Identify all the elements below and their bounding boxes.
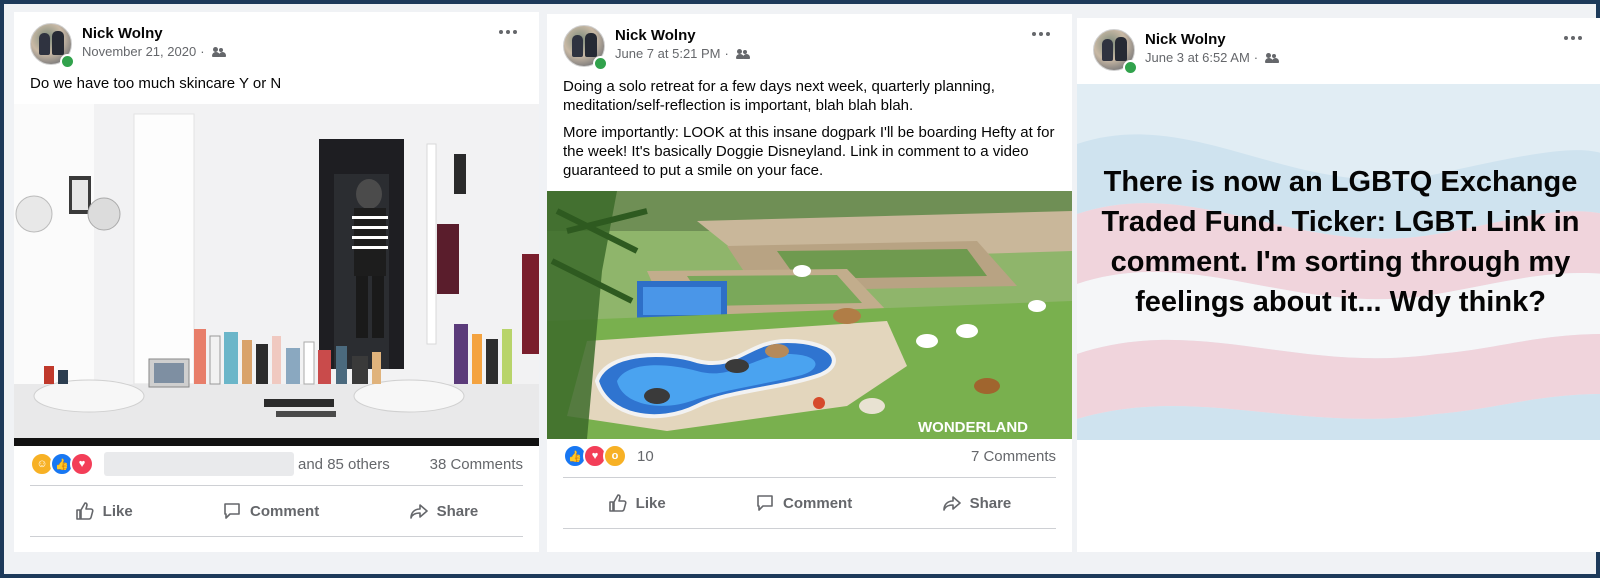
comment-button[interactable]: Comment xyxy=(755,493,852,513)
online-status-icon xyxy=(60,54,75,69)
share-label: Share xyxy=(969,494,1012,512)
card-text: There is now an LGBTQ Exchange Traded Fu… xyxy=(1101,166,1580,318)
post-author[interactable]: Nick Wolny xyxy=(82,25,163,42)
like-icon xyxy=(75,502,94,520)
post-header: Nick Wolny November 21, 2020 · xyxy=(14,12,539,69)
comments-count[interactable]: 38 Comments xyxy=(430,456,523,473)
post-author[interactable]: Nick Wolny xyxy=(1145,31,1226,48)
post-actions: Like Comment Share xyxy=(563,477,1056,529)
share-icon xyxy=(409,504,428,519)
post-photo-bathroom[interactable] xyxy=(14,104,539,446)
post-card: Nick Wolny November 21, 2020 · Do we hav… xyxy=(14,12,539,552)
reaction-count[interactable]: 10 xyxy=(637,448,654,465)
post-text: Do we have too much skincare Y or N xyxy=(14,74,539,93)
post-timestamp[interactable]: June 7 at 5:21 PM xyxy=(615,46,721,61)
reaction-icons[interactable]: ☺ 👍 ♥ xyxy=(30,452,94,476)
post-card: Nick Wolny June 7 at 5:21 PM · Doing a s… xyxy=(547,14,1072,552)
comment-button[interactable]: Comment xyxy=(222,501,319,521)
post-author[interactable]: Nick Wolny xyxy=(615,27,696,44)
post-text: Doing a solo retreat for a few days next… xyxy=(547,77,1072,180)
comments-count[interactable]: 7 Comments xyxy=(971,448,1056,465)
wow-reaction-icon: o xyxy=(603,444,627,468)
reactions-bar: 👍 ♥ o 10 7 Comments xyxy=(563,441,1056,471)
post-meta: June 7 at 5:21 PM · xyxy=(615,46,750,61)
like-icon xyxy=(608,494,627,512)
bathroom-illustration xyxy=(14,104,539,446)
comment-icon xyxy=(757,495,773,511)
share-button[interactable]: Share xyxy=(942,493,1012,513)
more-options-icon[interactable] xyxy=(1032,32,1050,36)
redacted-names xyxy=(104,452,294,476)
reaction-summary[interactable]: and 85 others xyxy=(298,456,390,473)
screenshot-frame: Nick Wolny November 21, 2020 · Do we hav… xyxy=(0,0,1600,578)
post-photo-dogpark[interactable]: WONDERLAND xyxy=(547,191,1072,439)
post-paragraph: More importantly: LOOK at this insane do… xyxy=(563,124,1055,179)
more-options-icon[interactable] xyxy=(499,30,517,34)
post-card: Nick Wolny June 3 at 6:52 AM · There is xyxy=(1077,18,1600,552)
online-status-icon xyxy=(1123,60,1138,75)
post-timestamp[interactable]: November 21, 2020 xyxy=(82,44,196,59)
comment-label: Comment xyxy=(783,494,853,512)
share-button[interactable]: Share xyxy=(409,501,479,521)
post-header: Nick Wolny June 7 at 5:21 PM · xyxy=(547,14,1072,71)
more-options-icon[interactable] xyxy=(1564,36,1582,40)
share-label: Share xyxy=(436,502,479,520)
like-label: Like xyxy=(635,494,666,512)
post-paragraph: Doing a solo retreat for a few days next… xyxy=(563,78,995,114)
friends-icon xyxy=(211,46,226,58)
post-header: Nick Wolny June 3 at 6:52 AM · xyxy=(1077,18,1600,84)
comment-label: Comment xyxy=(250,502,320,520)
post-meta: June 3 at 6:52 AM · xyxy=(1145,50,1280,65)
post-text-card[interactable]: There is now an LGBTQ Exchange Traded Fu… xyxy=(1077,84,1600,440)
friends-icon xyxy=(735,48,750,60)
like-button[interactable]: Like xyxy=(75,501,133,521)
like-button[interactable]: Like xyxy=(608,493,666,513)
friends-icon xyxy=(1265,52,1280,64)
post-paragraph: Do we have too much skincare Y or N xyxy=(30,75,282,92)
love-reaction-icon: ♥ xyxy=(70,452,94,476)
online-status-icon xyxy=(593,56,608,71)
dogpark-illustration: WONDERLAND xyxy=(547,191,1072,439)
post-timestamp[interactable]: June 3 at 6:52 AM xyxy=(1145,50,1250,65)
reaction-icons[interactable]: 👍 ♥ o xyxy=(563,444,627,468)
share-icon xyxy=(942,496,961,511)
comment-icon xyxy=(224,503,240,519)
like-label: Like xyxy=(102,502,133,520)
post-meta: November 21, 2020 · xyxy=(82,44,226,59)
post-actions: Like Comment Share xyxy=(30,485,523,537)
image-watermark: WONDERLAND xyxy=(918,419,1028,436)
reactions-bar: ☺ 👍 ♥ and 85 others 38 Comments xyxy=(30,449,523,479)
